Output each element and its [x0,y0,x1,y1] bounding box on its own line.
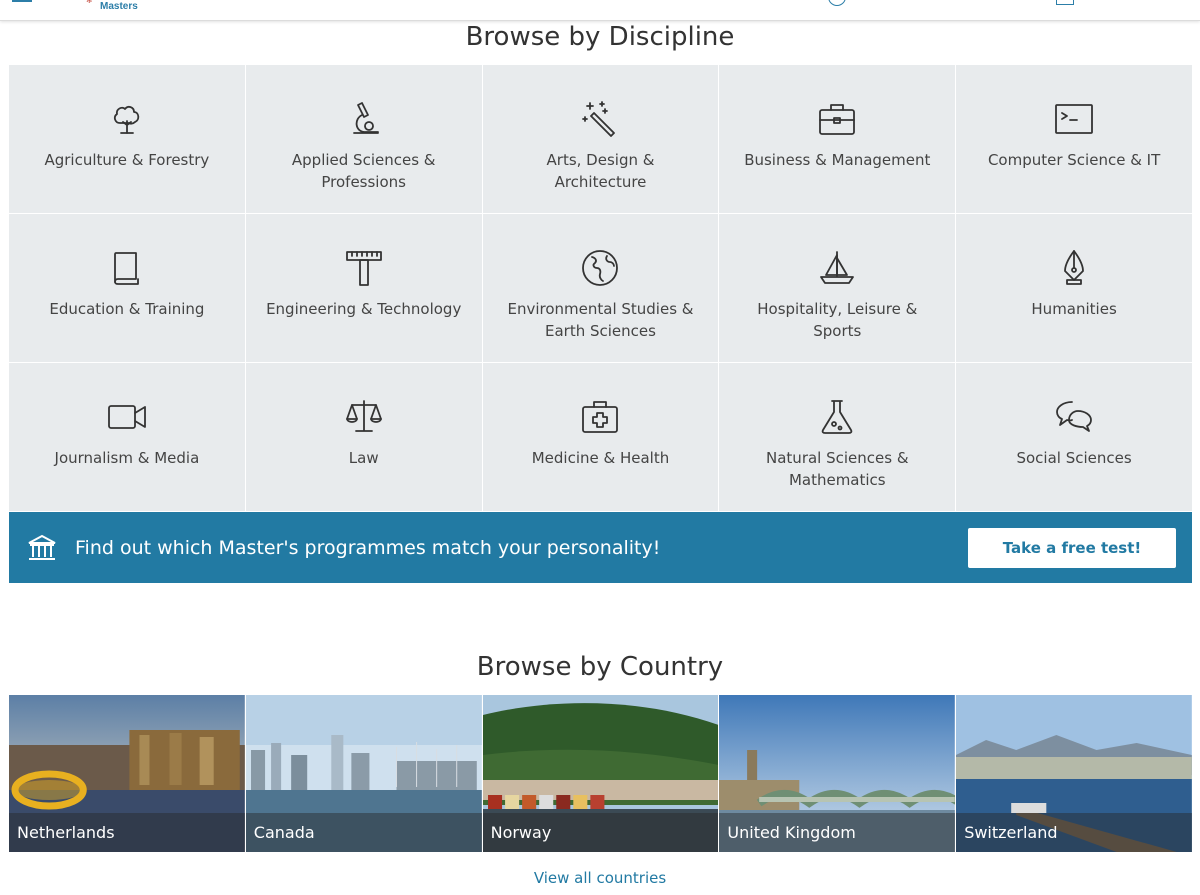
discipline-label: Computer Science & IT [987,151,1161,169]
microscope-icon [342,97,386,141]
discipline-label: Applied Sciences & Professions [291,151,436,191]
menu-icon[interactable] [12,0,32,2]
country-tile-netherlands[interactable]: Netherlands [9,695,245,852]
magic-wand-icon [578,97,622,141]
discipline-label: Journalism & Media [54,449,200,467]
discipline-label: Social Sciences [1016,449,1132,467]
discipline-arts[interactable]: Arts, Design & Architecture [482,65,719,213]
globe-icon [578,246,622,290]
discipline-natural-sciences[interactable]: Natural Sciences & Mathematics [719,363,956,511]
country-label: Canada [245,813,482,852]
institution-icon [27,533,57,563]
discipline-engineering[interactable]: Engineering & Technology [245,214,482,362]
take-free-test-button[interactable]: Take a free test! [968,528,1176,568]
discipline-business[interactable]: Business & Management [719,65,956,213]
country-label: Switzerland [956,813,1192,852]
view-all-countries-link[interactable]: View all countries [0,869,1200,887]
logo-mark-icon: ❄ [86,0,93,5]
discipline-label: Natural Sciences & Mathematics [766,449,909,489]
top-header: ❄ Masters [0,0,1200,21]
logo[interactable]: Masters [100,1,138,12]
discipline-label: Education & Training [49,300,205,318]
browse-discipline-title: Browse by Discipline [465,22,735,52]
country-tile-united-kingdom[interactable]: United Kingdom [719,695,956,852]
t-square-icon [342,246,386,290]
country-tile-norway[interactable]: Norway [482,695,719,852]
account-icon[interactable] [828,0,846,6]
fountain-pen-icon [1052,246,1096,290]
video-camera-icon [105,395,149,439]
discipline-label: Engineering & Technology [266,300,462,318]
discipline-computer-science[interactable]: Computer Science & IT [956,65,1192,213]
briefcase-icon [815,97,859,141]
flask-icon [815,395,859,439]
tree-icon [105,97,149,141]
country-row: Netherlands Canada Norway United Kingdom… [9,695,1192,852]
book-icon [105,246,149,290]
saved-list-icon[interactable] [1056,0,1074,5]
first-aid-kit-icon [578,395,622,439]
discipline-label: Arts, Design & Architecture [546,151,655,191]
scales-icon [342,395,386,439]
discipline-label: Business & Management [744,151,931,169]
browse-country-title: Browse by Country [476,652,724,682]
discipline-environmental[interactable]: Environmental Studies & Earth Sciences [482,214,719,362]
discipline-agriculture[interactable]: Agriculture & Forestry [9,65,245,213]
discipline-medicine[interactable]: Medicine & Health [482,363,719,511]
sailboat-icon [815,246,859,290]
personality-test-banner: Find out which Master's programmes match… [9,512,1192,583]
country-tile-canada[interactable]: Canada [245,695,482,852]
discipline-humanities[interactable]: Humanities [956,214,1192,362]
discipline-label: Law [348,449,379,467]
discipline-label: Humanities [1031,300,1117,318]
discipline-label: Agriculture & Forestry [44,151,210,169]
discipline-social-sciences[interactable]: Social Sciences [956,363,1192,511]
discipline-law[interactable]: Law [245,363,482,511]
terminal-icon [1052,97,1096,141]
discipline-grid: Agriculture & Forestry Applied Sciences … [9,65,1192,511]
discipline-hospitality[interactable]: Hospitality, Leisure & Sports [719,214,956,362]
discipline-education[interactable]: Education & Training [9,214,245,362]
banner-text: Find out which Master's programmes match… [75,536,661,559]
discipline-label: Hospitality, Leisure & Sports [757,300,918,340]
country-label: Netherlands [9,813,245,852]
country-label: Norway [482,813,719,852]
speech-bubbles-icon [1052,395,1096,439]
discipline-label: Environmental Studies & Earth Sciences [507,300,694,340]
discipline-journalism[interactable]: Journalism & Media [9,363,245,511]
discipline-applied-sciences[interactable]: Applied Sciences & Professions [245,65,482,213]
country-tile-switzerland[interactable]: Switzerland [956,695,1192,852]
discipline-label: Medicine & Health [531,449,670,467]
country-label: United Kingdom [719,813,956,852]
